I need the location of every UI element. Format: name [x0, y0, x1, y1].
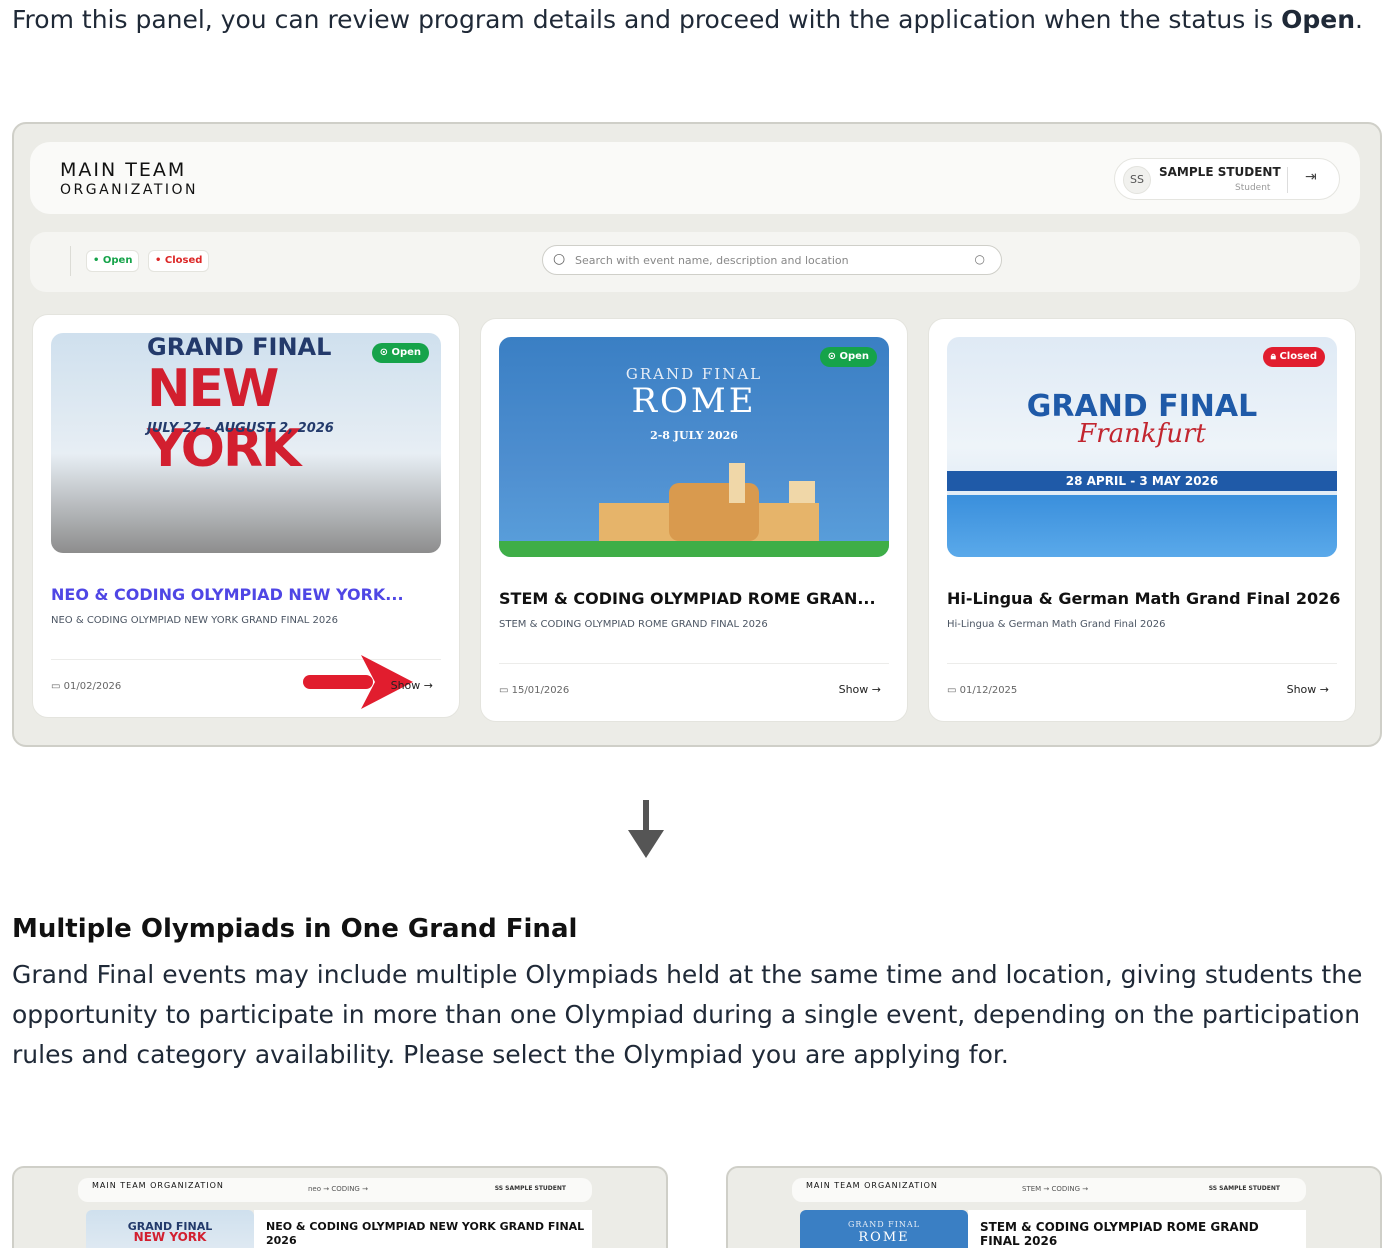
divider — [947, 663, 1337, 664]
banner-city: Frankfurt — [1078, 419, 1206, 449]
search-input[interactable]: ○ Search with event name, description an… — [542, 245, 1002, 275]
preview-thumb-city: NEW YORK — [133, 1230, 207, 1244]
intro-end: . — [1355, 5, 1363, 34]
status-badge-label: Open — [391, 347, 421, 358]
section-title: Multiple Olympiads in One Grand Final — [12, 914, 578, 944]
events-panel-screenshot: MAIN TEAM ORGANIZATION SS SAMPLE STUDENT… — [12, 122, 1382, 747]
event-date-value: 01/02/2026 — [63, 681, 122, 692]
preview-thumbnail: GRAND FINAL ROME — [800, 1210, 968, 1248]
banner-heading: GRAND FINAL — [147, 333, 332, 361]
user-role: Student — [1235, 183, 1271, 193]
event-subtitle: NEO & CODING OLYMPIAD NEW YORK GRAND FIN… — [51, 615, 338, 626]
preview-details: NEO & CODING OLYMPIAD NEW YORK GRAND FIN… — [254, 1210, 592, 1248]
banner-city: NEW YORK — [147, 359, 301, 479]
avatar: SS — [1123, 166, 1151, 194]
banner-city: ROME — [631, 381, 757, 421]
search-submit-icon[interactable]: ○ — [975, 252, 985, 266]
preview-thumbnail: GRAND FINAL NEW YORK — [86, 1210, 254, 1248]
skyline-illustration — [947, 495, 1337, 557]
user-menu[interactable]: SS SAMPLE STUDENT Student ⇥ — [1114, 158, 1340, 200]
show-button-label: Show — [390, 679, 421, 692]
section-body: Grand Final events may include multiple … — [12, 960, 1363, 1069]
user-name: SAMPLE STUDENT — [1159, 165, 1281, 179]
event-subtitle: STEM & CODING OLYMPIAD ROME GRAND FINAL … — [499, 619, 768, 630]
show-button-label: Show — [1286, 683, 1317, 696]
filter-bar: • Open • Closed ○ Search with event name… — [30, 232, 1360, 292]
logout-icon[interactable]: ⇥ — [1305, 169, 1317, 185]
preview-screenshot: MAIN TEAM ORGANIZATION STEM → CODING → S… — [726, 1166, 1382, 1248]
event-banner-image: GRAND FINAL ROME 2-8 JULY 2026 ⊙ Open — [499, 337, 889, 557]
preview-details: STEM & CODING OLYMPIAD ROME GRAND FINAL … — [968, 1210, 1306, 1248]
preview-title: NEO & CODING OLYMPIAD NEW YORK GRAND FIN… — [266, 1220, 585, 1247]
status-badge: ⊙ Open — [371, 343, 429, 363]
calendar-icon: ▭ — [499, 685, 509, 696]
preview-user: SS SAMPLE STUDENT — [1208, 1185, 1280, 1192]
down-arrow-icon — [628, 800, 664, 858]
top-bar: MAIN TEAM ORGANIZATION SS SAMPLE STUDENT… — [30, 142, 1360, 214]
show-button-label: Show — [838, 683, 869, 696]
preview-thumb-heading: GRAND FINAL — [848, 1220, 920, 1229]
intro-bold-status: Open — [1281, 5, 1356, 34]
banner-dates: 28 APRIL - 3 MAY 2026 — [947, 471, 1337, 491]
filter-open-chip[interactable]: • Open — [86, 250, 140, 272]
event-date-value: 15/01/2026 — [511, 685, 570, 696]
intro-text: From this panel, you can review program … — [12, 0, 1372, 40]
brand-line-2: ORGANIZATION — [60, 182, 199, 198]
event-title[interactable]: STEM & CODING OLYMPIAD ROME GRAN... — [499, 589, 876, 608]
grass-strip — [499, 541, 889, 557]
preview-top-bar: MAIN TEAM ORGANIZATION STEM → CODING → S… — [792, 1178, 1306, 1202]
preview-top-bar: MAIN TEAM ORGANIZATION neo → CODING → SS… — [78, 1178, 592, 1202]
divider — [70, 246, 71, 276]
event-card[interactable]: GRAND FINAL ROME 2-8 JULY 2026 ⊙ Open ST… — [480, 318, 908, 722]
event-date: ▭ 01/12/2025 — [947, 685, 1017, 696]
intro-sentence: From this panel, you can review program … — [12, 5, 1274, 34]
divider — [499, 663, 889, 664]
show-button[interactable]: Show → — [391, 679, 433, 692]
preview-thumb-city: ROME — [858, 1230, 910, 1245]
event-date: ▭ 15/01/2026 — [499, 685, 569, 696]
event-card[interactable]: GRAND FINAL Frankfurt 28 APRIL - 3 MAY 2… — [928, 318, 1356, 722]
filter-closed-chip[interactable]: • Closed — [148, 250, 210, 272]
status-badge-label: Open — [839, 351, 869, 362]
show-button[interactable]: Show → — [839, 683, 881, 696]
preview-brand: MAIN TEAM ORGANIZATION — [92, 1181, 224, 1190]
show-button[interactable]: Show → — [1287, 683, 1329, 696]
status-badge: 🔒︎ Closed — [1262, 347, 1325, 367]
event-banner-image: GRAND FINAL Frankfurt 28 APRIL - 3 MAY 2… — [947, 337, 1337, 557]
preview-user: SS SAMPLE STUDENT — [494, 1185, 566, 1192]
event-subtitle: Hi-Lingua & German Math Grand Final 2026 — [947, 619, 1166, 630]
banner-dates: JULY 27 - AUGUST 2, 2026 — [147, 421, 334, 436]
event-banner-image: GRAND FINAL NEW YORK JULY 27 - AUGUST 2,… — [51, 333, 441, 553]
divider — [1287, 167, 1288, 193]
banner-dates: 2-8 JULY 2026 — [650, 429, 738, 442]
status-badge-label: Closed — [1279, 351, 1317, 362]
calendar-icon: ▭ — [51, 681, 61, 692]
calendar-icon: ▭ — [947, 685, 957, 696]
preview-title: STEM & CODING OLYMPIAD ROME GRAND FINAL … — [980, 1220, 1259, 1248]
event-card[interactable]: GRAND FINAL NEW YORK JULY 27 - AUGUST 2,… — [32, 314, 460, 718]
status-badge: ⊙ Open — [819, 347, 877, 367]
brand-logo[interactable]: MAIN TEAM ORGANIZATION — [60, 160, 198, 200]
event-date-value: 01/12/2025 — [959, 685, 1018, 696]
event-title[interactable]: NEO & CODING OLYMPIAD NEW YORK... — [51, 585, 404, 604]
event-date: ▭ 01/02/2026 — [51, 681, 121, 692]
search-icon: ○ — [553, 251, 566, 267]
event-title[interactable]: Hi-Lingua & German Math Grand Final 2026 — [947, 589, 1340, 608]
preview-brand: MAIN TEAM ORGANIZATION — [806, 1181, 938, 1190]
brand-line-1: MAIN TEAM — [60, 159, 187, 181]
search-placeholder: Search with event name, description and … — [575, 254, 849, 267]
preview-nav: neo → CODING → — [308, 1185, 368, 1193]
preview-nav: STEM → CODING → — [1022, 1185, 1089, 1193]
preview-screenshot: MAIN TEAM ORGANIZATION neo → CODING → SS… — [12, 1166, 668, 1248]
colosseum-illustration — [599, 463, 819, 541]
